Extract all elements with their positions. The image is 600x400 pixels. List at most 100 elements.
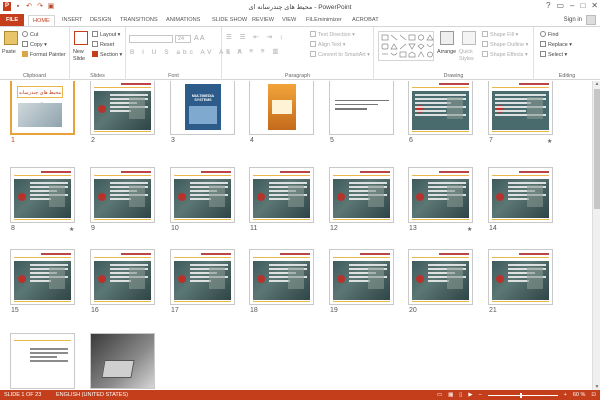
tab-fileminimizer[interactable]: FILEminimizer: [306, 15, 342, 26]
text-direction-button[interactable]: Text Direction ▾: [310, 31, 355, 38]
format-painter-button[interactable]: Format Painter: [22, 51, 66, 58]
tab-home[interactable]: HOME: [28, 15, 55, 26]
slide-sorter-view-icon[interactable]: ▦: [448, 390, 453, 400]
slide-thumbnail[interactable]: [408, 167, 473, 223]
shapes-gallery[interactable]: [378, 31, 434, 61]
tab-view[interactable]: VIEW: [282, 15, 296, 26]
avatar[interactable]: [586, 15, 596, 25]
arrange-button[interactable]: Arrange: [437, 49, 456, 55]
quick-styles-icon[interactable]: [462, 31, 476, 45]
paste-icon[interactable]: [4, 31, 18, 45]
tab-acrobat[interactable]: ACROBAT: [352, 15, 379, 26]
scrollbar-thumb[interactable]: [594, 89, 600, 209]
shape-fill-button[interactable]: Shape Fill ▾: [482, 31, 518, 38]
paragraph-group: ☰ ☰ ⇤ ⇥ ↕ ≡ ≡ ≡ ≡ ▥ Text Direction ▾ Ali…: [222, 27, 374, 80]
zoom-in-icon[interactable]: +: [564, 390, 567, 400]
slide-thumbnail[interactable]: [329, 249, 394, 305]
cursor-icon: [540, 51, 546, 57]
scroll-up-icon[interactable]: ▲: [594, 81, 600, 87]
smartart-label: Convert to SmartArt: [318, 52, 366, 58]
normal-view-icon[interactable]: ▭: [437, 390, 442, 400]
section-button[interactable]: Section ▾: [92, 51, 122, 58]
slideshow-view-icon[interactable]: ▶: [468, 390, 472, 400]
tab-review[interactable]: REVIEW: [252, 15, 274, 26]
sign-in-link[interactable]: Sign in: [564, 17, 582, 23]
tab-insert[interactable]: INSERT: [62, 15, 82, 26]
transition-star-icon[interactable]: ★: [467, 226, 472, 233]
tab-slide-show[interactable]: SLIDE SHOW: [212, 15, 247, 26]
slide-thumbnail[interactable]: [10, 249, 75, 305]
slide-thumbnail[interactable]: MULTIMEDIA SYSTEMS: [170, 81, 235, 135]
slide-thumbnail[interactable]: [10, 333, 75, 389]
replace-button[interactable]: Replace ▾: [540, 41, 572, 48]
ribbon-display-icon[interactable]: ▭: [556, 1, 564, 10]
copy-button[interactable]: Copy ▾: [22, 41, 47, 48]
paste-button[interactable]: Paste: [2, 49, 16, 55]
maximize-icon[interactable]: □: [580, 1, 585, 10]
slide-number: 19: [330, 307, 338, 314]
slide-thumbnail[interactable]: [329, 81, 394, 135]
new-slide-button[interactable]: New Slide: [73, 49, 91, 63]
slide-thumbnail[interactable]: [329, 167, 394, 223]
slide-thumbnail[interactable]: [170, 249, 235, 305]
select-button[interactable]: Select ▾: [540, 51, 567, 58]
fit-slide-icon[interactable]: ⊡: [591, 390, 596, 400]
slide-thumbnail[interactable]: [249, 81, 314, 135]
slide-thumbnail[interactable]: [408, 249, 473, 305]
slide-thumbnail[interactable]: [408, 81, 473, 135]
slide-thumbnail[interactable]: محیط های چندرسانه ای: [10, 81, 75, 135]
font-group: 24 A A B I U S abc AV Aa A Font: [126, 27, 242, 80]
reading-view-icon[interactable]: ▯: [459, 390, 462, 400]
font-size-combo[interactable]: 24: [175, 35, 191, 43]
zoom-level[interactable]: 60 %: [573, 390, 586, 400]
slide-thumbnail[interactable]: [488, 167, 553, 223]
copy-label: Copy: [30, 42, 43, 48]
slide-thumbnail[interactable]: [90, 81, 155, 135]
help-icon[interactable]: ?: [546, 1, 550, 10]
brush-icon: [22, 51, 28, 57]
cut-button[interactable]: Cut: [22, 31, 38, 38]
align-text-button[interactable]: Align Text ▾: [310, 41, 346, 48]
font-name-combo[interactable]: [129, 35, 173, 43]
list-icons[interactable]: ☰ ☰ ⇤ ⇥ ↕: [226, 33, 286, 41]
slide-thumbnail[interactable]: [10, 167, 75, 223]
layout-button[interactable]: Layout ▾: [92, 31, 120, 38]
transition-star-icon[interactable]: ★: [547, 138, 552, 145]
minimize-icon[interactable]: –: [570, 1, 574, 10]
transition-star-icon[interactable]: ★: [69, 226, 74, 233]
slide-thumbnail[interactable]: [90, 333, 155, 389]
zoom-slider[interactable]: [487, 392, 558, 398]
new-slide-icon[interactable]: [74, 31, 88, 45]
view-controls: ▭ ▦ ▯ ▶ – + 60 % ⊡: [437, 390, 596, 400]
slide-thumbnail[interactable]: [488, 249, 553, 305]
vertical-scrollbar[interactable]: ▲ ▼: [592, 81, 600, 390]
select-label: Select: [548, 52, 563, 58]
shape-outline-label: Shape Outline: [490, 42, 525, 48]
font-grow-icon[interactable]: A A: [194, 35, 205, 42]
slide-number: 13: [409, 225, 417, 232]
quick-styles-button[interactable]: Quick Styles: [459, 49, 479, 63]
reset-button[interactable]: Reset: [92, 41, 114, 48]
tab-animations[interactable]: ANIMATIONS: [166, 15, 200, 26]
status-bar: SLIDE 1 OF 23 ENGLISH (UNITED STATES) ▭ …: [0, 390, 600, 400]
slide-thumbnail[interactable]: [488, 81, 553, 135]
close-icon[interactable]: ✕: [591, 1, 598, 10]
tab-design[interactable]: DESIGN: [90, 15, 111, 26]
slide-thumbnail[interactable]: [90, 249, 155, 305]
slides-label: Slides: [90, 73, 105, 79]
zoom-out-icon[interactable]: –: [479, 390, 482, 400]
shape-effects-button[interactable]: Shape Effects ▾: [482, 51, 528, 58]
convert-smartart-button[interactable]: Convert to SmartArt ▾: [310, 51, 370, 58]
arrange-icon[interactable]: [440, 31, 454, 45]
shape-outline-button[interactable]: Shape Outline ▾: [482, 41, 528, 48]
slide-thumbnail[interactable]: [249, 249, 314, 305]
find-button[interactable]: Find: [540, 31, 559, 38]
tab-file[interactable]: FILE: [0, 14, 24, 26]
slide-thumbnail[interactable]: [249, 167, 314, 223]
slide-thumbnail[interactable]: [90, 167, 155, 223]
alignment-icons[interactable]: ≡ ≡ ≡ ≡ ▥: [226, 47, 282, 55]
replace-icon: [540, 41, 546, 47]
slide-thumbnail[interactable]: [170, 167, 235, 223]
tab-transitions[interactable]: TRANSITIONS: [120, 15, 158, 26]
language-indicator[interactable]: ENGLISH (UNITED STATES): [56, 390, 128, 400]
